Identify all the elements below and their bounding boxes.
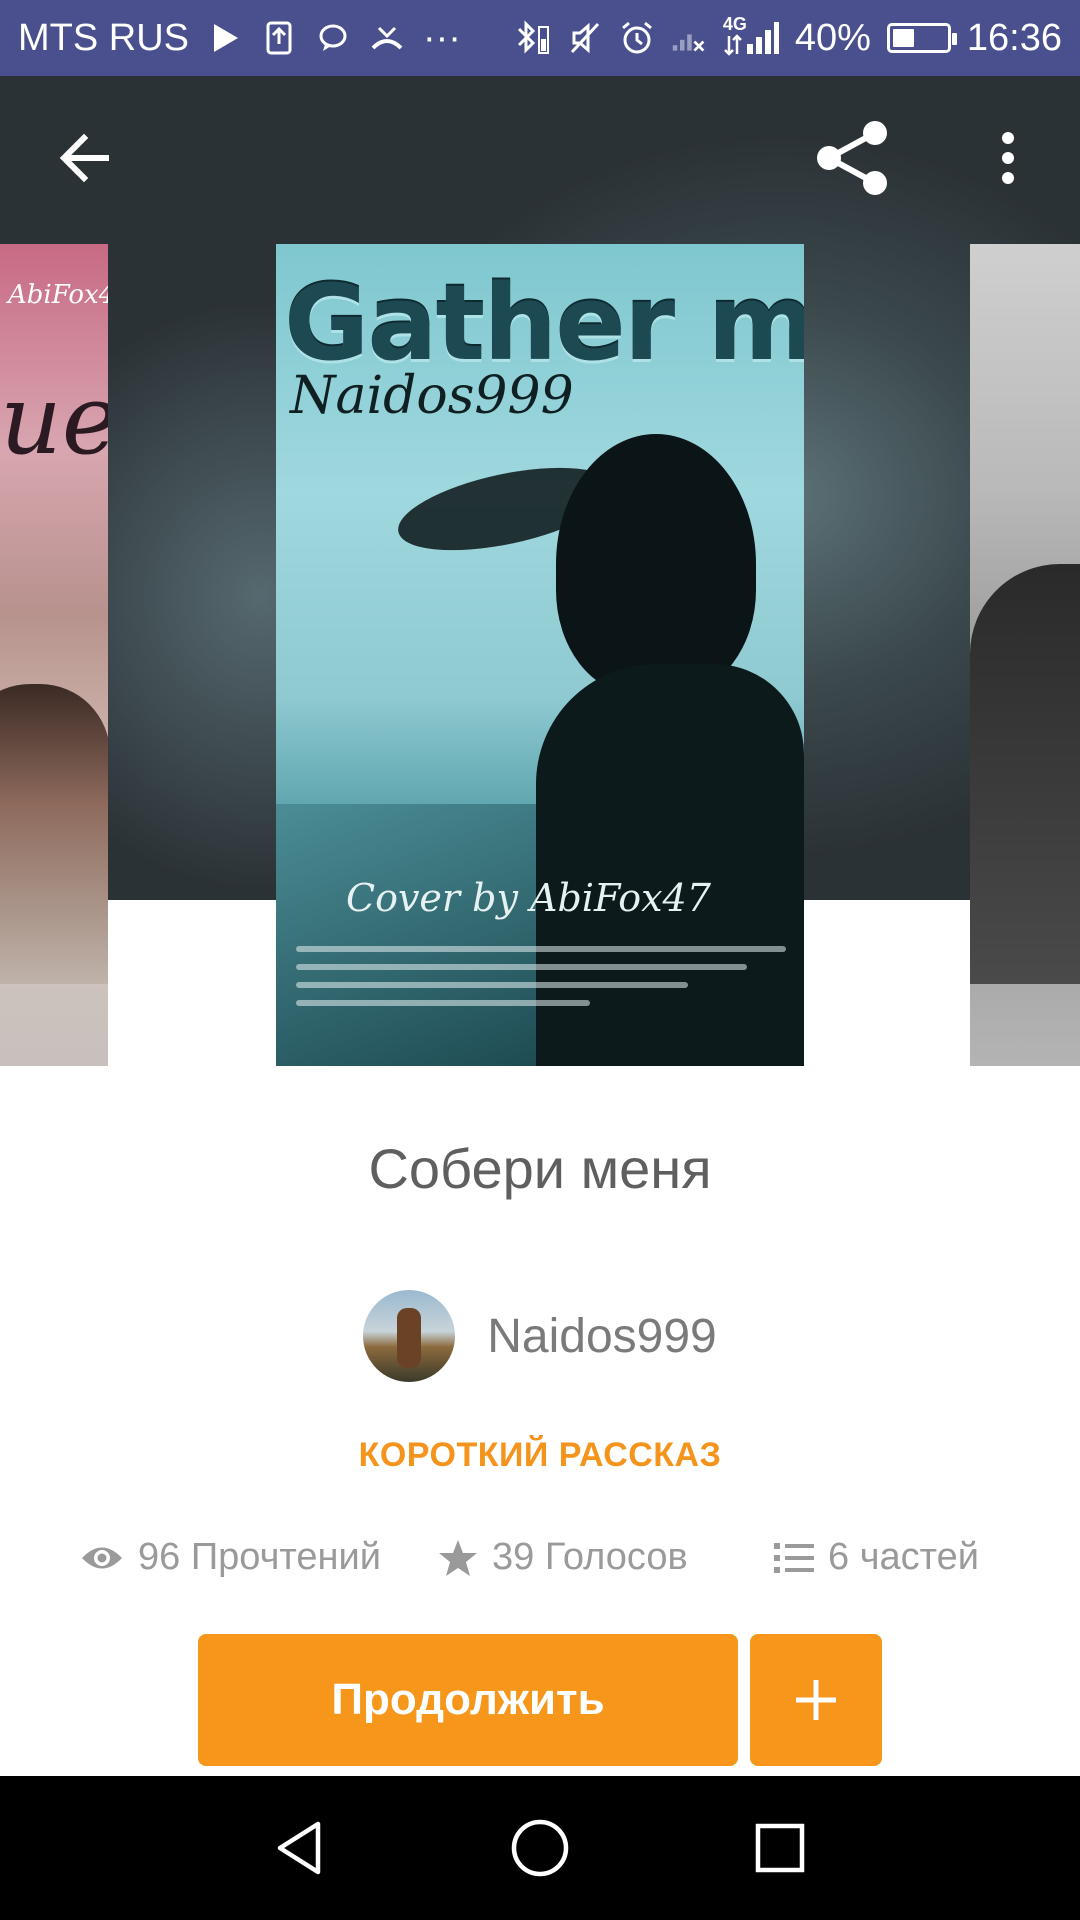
story-stats: 96 Прочтений 39 Голосов 6 частей [0, 1536, 1080, 1592]
story-title: Собери меня [368, 1137, 712, 1200]
author-avatar[interactable] [363, 1290, 456, 1382]
cover-left-figure [0, 684, 108, 984]
cover-right-figure [970, 564, 1080, 984]
parts-count: 6 частей [828, 1536, 979, 1578]
more-notifications: ··· [423, 16, 461, 59]
author-row[interactable]: Naidos999 [0, 1290, 1080, 1382]
story-category[interactable]: КОРОТКИЙ РАССКАЗ [0, 1436, 1080, 1475]
play-icon [207, 18, 243, 58]
share-icon [817, 121, 887, 195]
votes-count: 39 Голосов [492, 1536, 688, 1578]
stat-reads: 96 Прочтений [80, 1536, 381, 1579]
battery-icon [886, 23, 957, 53]
cover-credit-text: Cover by AbiFox47 [346, 876, 711, 920]
arrow-back-icon [59, 133, 109, 183]
cover-left-title: ue [0, 364, 108, 476]
nav-back-icon [277, 1821, 321, 1875]
cover-current-story[interactable]: Gather me Naidos999 Cover by AbiFox47 [276, 244, 804, 1066]
eye-icon [82, 1547, 122, 1568]
missed-call-icon [369, 18, 405, 58]
nav-recents-button[interactable] [728, 1796, 832, 1900]
list-icon [774, 1542, 814, 1573]
network-type: 4G [722, 14, 747, 34]
back-button[interactable] [36, 110, 132, 206]
cover-credits-block [296, 934, 786, 1018]
mute-icon [567, 18, 603, 58]
carrier-label: MTS RUS [18, 16, 189, 59]
cover-left-author: AbiFox47 [8, 280, 108, 310]
system-nav-bar [0, 1776, 1080, 1920]
battery-level [892, 29, 914, 47]
chat-icon [315, 18, 351, 58]
cover-figure-head [556, 434, 756, 694]
stat-votes: 39 Голосов [438, 1536, 688, 1579]
alarm-icon [619, 18, 655, 58]
nav-home-button[interactable] [488, 1796, 592, 1900]
plus-icon [796, 1680, 836, 1720]
nav-recents-icon [755, 1823, 805, 1873]
cover-author-text: Naidos999 [290, 366, 574, 426]
status-bar: MTS RUS ··· 4G 40% 16:36 [0, 0, 1080, 76]
share-button[interactable] [804, 110, 900, 206]
add-to-library-button[interactable] [750, 1634, 882, 1766]
author-name[interactable]: Naidos999 [487, 1309, 717, 1364]
signal-weak-icon [671, 18, 707, 58]
more-vert-icon [1002, 132, 1014, 184]
stat-parts: 6 частей [774, 1536, 979, 1579]
continue-reading-button[interactable]: Продолжить [198, 1634, 738, 1766]
star-icon [439, 1539, 477, 1576]
more-options-button[interactable] [960, 110, 1056, 206]
upload-icon [261, 18, 297, 58]
nav-home-icon [511, 1819, 569, 1877]
cover-next-story[interactable] [970, 244, 1080, 1066]
reads-count: 96 Прочтений [138, 1536, 381, 1578]
battery-percent: 40% [794, 16, 871, 59]
nav-back-button[interactable] [248, 1796, 352, 1900]
bluetooth-battery-icon [515, 18, 551, 58]
cover-previous-story[interactable]: AbiFox47 ue [0, 244, 108, 1066]
clock: 16:36 [966, 16, 1062, 59]
signal-4g-icon: 4G [723, 14, 779, 58]
